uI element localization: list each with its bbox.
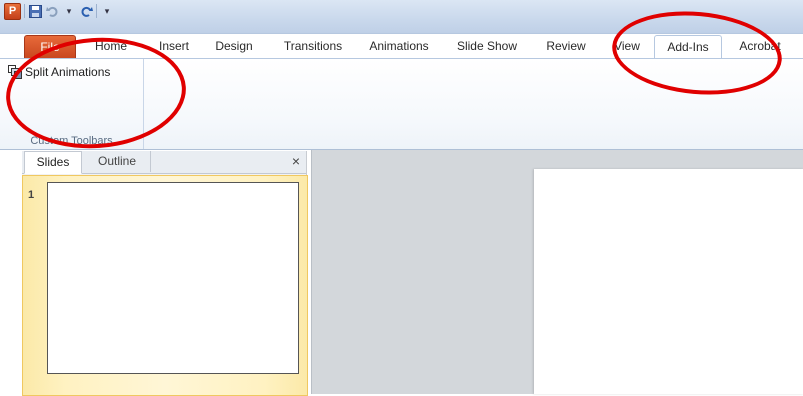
close-pane-icon[interactable]: × xyxy=(292,153,300,169)
qat-separator xyxy=(96,4,97,18)
tab-outline[interactable]: Outline xyxy=(84,151,151,172)
undo-icon[interactable] xyxy=(45,4,59,18)
ribbon-panel: Split Animations Custom Toolbars xyxy=(0,58,803,150)
powerpoint-app-icon[interactable]: P xyxy=(4,2,21,20)
slide-canvas[interactable] xyxy=(534,169,803,394)
title-bar: P ▾ ▾ xyxy=(0,0,803,34)
slide-number: 1 xyxy=(28,189,35,201)
tab-animations[interactable]: Animations xyxy=(361,35,437,58)
slide-thumbnail-selected[interactable]: 1 xyxy=(22,175,308,396)
group-label-custom-toolbars: Custom Toolbars xyxy=(30,135,113,147)
tab-insert[interactable]: Insert xyxy=(148,35,200,58)
split-animations-icon xyxy=(8,65,22,79)
save-icon[interactable] xyxy=(28,4,42,18)
slide-thumbnail[interactable] xyxy=(47,182,299,374)
tab-home[interactable]: Home xyxy=(86,35,136,58)
split-animations-button[interactable]: Split Animations xyxy=(8,65,110,79)
tab-review[interactable]: Review xyxy=(536,35,596,58)
split-animations-label: Split Animations xyxy=(25,65,111,79)
tab-transitions[interactable]: Transitions xyxy=(275,35,351,58)
undo-dropdown-icon[interactable]: ▾ xyxy=(62,4,76,18)
quick-access-toolbar: P ▾ ▾ xyxy=(4,2,114,20)
custom-toolbars-group: Split Animations Custom Toolbars xyxy=(0,59,144,149)
customize-qat-icon[interactable]: ▾ xyxy=(100,4,114,18)
tab-acrobat[interactable]: Acrobat xyxy=(728,35,792,58)
tab-design[interactable]: Design xyxy=(206,35,262,58)
tab-view[interactable]: View xyxy=(605,35,649,58)
redo-icon[interactable] xyxy=(79,4,93,18)
slide-editing-area xyxy=(311,150,803,394)
tab-file[interactable]: File xyxy=(24,35,76,59)
pane-tab-strip: Slides Outline × xyxy=(22,151,306,174)
qat-separator xyxy=(24,4,25,18)
tab-slides[interactable]: Slides xyxy=(24,151,82,174)
tab-slide-show[interactable]: Slide Show xyxy=(449,35,525,58)
slides-pane: Slides Outline × 1 xyxy=(22,151,308,396)
ribbon-tabs: File Home Insert Design Transitions Anim… xyxy=(0,33,803,61)
